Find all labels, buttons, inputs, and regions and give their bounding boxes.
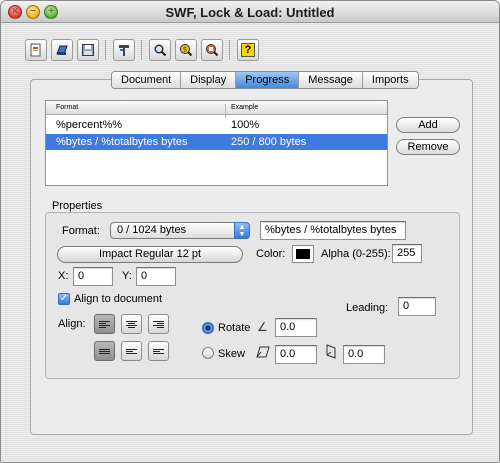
help-button[interactable]: ? [237,39,259,61]
column-header-format[interactable]: Format [56,104,78,111]
align-bottom-right-button[interactable] [148,341,169,361]
list-row-selected[interactable]: %bytes / %totalbytes bytes 250 / 800 byt… [46,134,387,150]
toolbar-separator [105,40,106,60]
skew-vertical-icon [326,344,336,359]
leading-field[interactable]: 0 [398,297,436,316]
skew-y-field[interactable]: 0.0 [343,345,385,364]
save-button[interactable] [77,39,99,61]
help-icon: ? [241,43,255,57]
tab-imports[interactable]: Imports [362,72,418,88]
align-bottom-center-button[interactable] [121,341,142,361]
align-top-center-button[interactable] [121,314,142,334]
color-swatch-fill [296,249,310,259]
format-select[interactable]: 0 / 1024 bytes ▲ ▼ [110,222,250,239]
save-icon [82,44,94,56]
rotate-field[interactable]: 0.0 [275,318,317,337]
color-label: Color: [256,248,286,260]
row-format: %bytes / %totalbytes bytes [56,136,188,148]
alpha-field[interactable]: 255 [392,244,422,263]
tab-display[interactable]: Display [181,72,237,88]
y-label: Y: [122,270,132,282]
format-label: Format: [62,225,100,237]
align-to-document-label: Align to document [74,293,163,305]
alpha-label: Alpha (0-255): [321,248,391,260]
align-to-document-checkbox[interactable]: ✓ [58,293,70,305]
zoom-icon [154,44,167,57]
properties-group-label: Properties [52,200,103,212]
tab-document[interactable]: Document [112,72,182,88]
open-document-icon [56,45,68,55]
x-label: X: [58,270,69,282]
add-button[interactable]: Add [396,117,460,133]
format-text-field[interactable]: %bytes / %totalbytes bytes [260,221,406,240]
toolbar-separator [229,40,230,60]
angle-icon: ∠ [257,320,268,334]
settings-icon [119,45,129,56]
color-swatch[interactable] [292,245,314,263]
app-window: × − + SWF, Lock & Load: Untitled $ ? Doc… [0,0,500,463]
tab-bar: Document Display Progress Message Import… [111,71,419,89]
column-divider [225,104,226,118]
tab-message[interactable]: Message [299,72,363,88]
column-header-example[interactable]: Example [231,104,258,111]
remove-button[interactable]: Remove [396,139,460,155]
skew-horizontal-icon [256,346,270,358]
row-example: 250 / 800 bytes [231,136,307,148]
list-row[interactable]: %percent%% 100% [46,117,387,133]
x-field[interactable]: 0 [73,267,113,286]
zoom-button[interactable] [149,39,171,61]
import-button[interactable] [201,39,223,61]
align-bottom-left-button[interactable] [94,341,115,361]
title-bar[interactable]: × − + SWF, Lock & Load: Untitled [1,1,499,23]
format-list[interactable]: Format Example %percent%% 100% %bytes / … [45,100,388,186]
font-button[interactable]: Impact Regular 12 pt [57,246,243,263]
list-header: Format Example [46,101,387,118]
row-example: 100% [231,119,260,131]
new-document-icon [30,43,41,57]
align-top-left-button[interactable] [94,314,115,334]
export-button[interactable]: $ [175,39,197,61]
select-arrows-icon: ▲ ▼ [234,222,250,239]
skew-label: Skew [218,348,245,360]
checkmark-icon: ✓ [59,293,69,304]
align-label: Align: [58,318,86,330]
align-top-right-button[interactable] [148,314,169,334]
y-field[interactable]: 0 [136,267,176,286]
tab-progress[interactable]: Progress [236,72,300,88]
skew-radio[interactable] [202,347,214,359]
svg-text:$: $ [183,46,187,54]
window-title: SWF, Lock & Load: Untitled [165,5,335,20]
skew-x-field[interactable]: 0.0 [275,345,317,364]
import-icon [206,44,219,57]
open-document-button[interactable] [51,39,73,61]
rotate-radio[interactable] [202,322,214,334]
new-document-button[interactable] [25,39,47,61]
leading-label: Leading: [346,302,389,314]
format-select-value: 0 / 1024 bytes [117,224,187,236]
row-format: %percent%% [56,119,123,131]
export-icon: $ [180,44,193,57]
toolbar-separator [141,40,142,60]
rotate-label: Rotate [218,322,251,334]
settings-button[interactable] [113,39,135,61]
